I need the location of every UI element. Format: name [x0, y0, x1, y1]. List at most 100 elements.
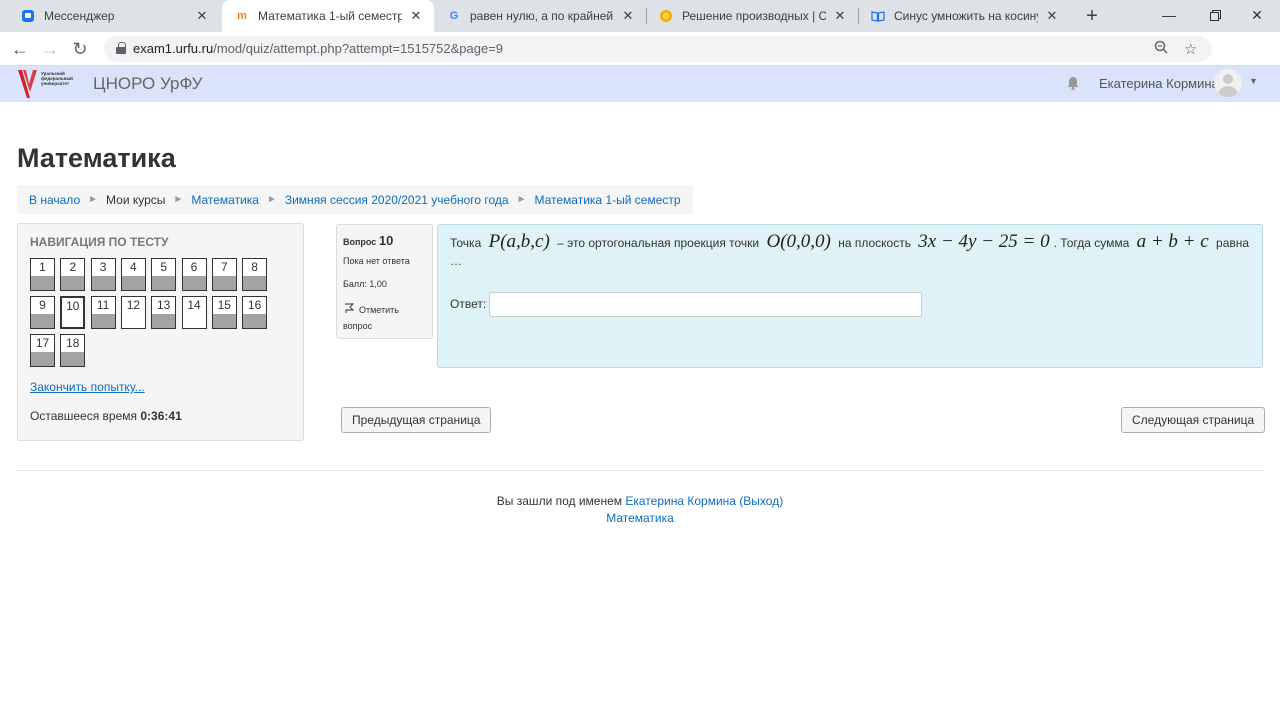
quiz-nav-number: 8 [251, 260, 258, 274]
quiz-nav-number: 7 [220, 260, 228, 274]
breadcrumb-math[interactable]: Математика [191, 193, 259, 207]
forward-icon[interactable]: → [38, 37, 62, 61]
question-grade: Балл: 1,00 [343, 279, 387, 289]
quiz-nav-button-1[interactable]: 1 [30, 258, 55, 291]
answered-indicator [243, 276, 267, 290]
tab-math-semester[interactable]: m Математика 1-ый семестр ✕ [222, 0, 434, 32]
tab-derivatives[interactable]: Решение производных | Онла ✕ [646, 0, 858, 32]
answered-indicator [212, 314, 236, 328]
close-icon[interactable]: ✕ [620, 8, 636, 24]
question-text: Точка P(a,b,c) – это ортогональная проек… [450, 231, 1250, 268]
answer-input[interactable] [489, 292, 922, 317]
browser-tabstrip: Мессенджер ✕ m Математика 1-ый семестр ✕… [0, 0, 1280, 32]
quiz-nav-number: 18 [66, 336, 80, 350]
browser-toolbar: ← → ↻ exam1.urfu.ru/mod/quiz/attempt.php… [0, 32, 1280, 90]
quiz-nav-number: 5 [160, 260, 168, 274]
back-icon[interactable]: ← [8, 37, 32, 61]
answered-indicator [31, 314, 54, 328]
tab-title: Мессенджер [44, 9, 115, 23]
quiz-nav-button-11[interactable]: 11 [90, 296, 116, 329]
quiz-nav-number: 11 [96, 298, 110, 312]
quiz-nav-button-6[interactable]: 6 [181, 258, 207, 291]
tab-title: равен нулю, а по крайней ме [470, 9, 614, 23]
google-icon: G [449, 10, 459, 22]
quiz-nav-button-3[interactable]: 3 [90, 258, 116, 291]
math-sum: a + b + c [1136, 231, 1209, 252]
next-page-button[interactable]: Следующая страница [1121, 407, 1266, 433]
logout-link[interactable]: (Выход) [739, 494, 783, 508]
reload-icon[interactable]: ↻ [68, 37, 92, 61]
notifications-bell-icon[interactable] [1066, 76, 1080, 90]
footer-course-link[interactable]: Математика [606, 511, 674, 525]
quiz-nav-button-9[interactable]: 9 [30, 296, 55, 329]
footer-course: Математика [0, 511, 1280, 525]
urfu-logo[interactable]: Уральский федеральный университет [17, 68, 85, 100]
close-icon[interactable]: ✕ [408, 8, 424, 24]
window-close-icon[interactable]: ✕ [1234, 0, 1280, 30]
tab-messenger[interactable]: Мессенджер ✕ [8, 0, 220, 32]
quiz-nav-button-15[interactable]: 15 [211, 296, 237, 329]
question-content: Точка P(a,b,c) – это ортогональная проек… [437, 224, 1263, 368]
quiz-nav-number: 10 [66, 299, 80, 313]
math-origin: O(0,0,0) [766, 231, 831, 252]
quiz-nav-number: 3 [99, 260, 107, 274]
bookmark-star-icon[interactable]: ☆ [1184, 40, 1197, 58]
address-bar[interactable]: exam1.urfu.ru/mod/quiz/attempt.php?attem… [104, 36, 1212, 62]
answered-indicator [61, 352, 85, 366]
minimize-icon[interactable]: — [1146, 0, 1192, 30]
breadcrumb-math-semester[interactable]: Математика 1-ый семестр [534, 193, 680, 207]
quiz-nav-button-12[interactable]: 12 [120, 296, 146, 329]
quiz-nav-button-5[interactable]: 5 [151, 258, 177, 291]
quiz-nav-number: 17 [35, 336, 50, 350]
close-icon[interactable]: ✕ [194, 8, 210, 24]
close-icon[interactable]: ✕ [832, 8, 848, 24]
user-name[interactable]: Екатерина Кормина [1099, 76, 1219, 91]
close-icon[interactable]: ✕ [1044, 8, 1060, 24]
breadcrumb-separator-icon: ► [266, 194, 277, 205]
site-header: Уральский федеральный университет ЦНОРО Ур… [0, 66, 1280, 102]
moodle-icon: m [237, 10, 247, 22]
finish-attempt-link[interactable]: Закончить попытку... [30, 380, 145, 394]
answered-indicator [31, 276, 54, 290]
site-name[interactable]: ЦНОРО УрФУ [93, 74, 202, 94]
quiz-nav-number: 12 [126, 298, 141, 312]
restore-icon[interactable] [1192, 0, 1238, 30]
breadcrumb-separator-icon: ► [88, 194, 99, 205]
quiz-nav-number: 14 [187, 298, 201, 312]
quiz-nav-button-13[interactable]: 13 [151, 296, 177, 329]
answered-indicator [152, 314, 176, 328]
quiz-navigation-title: НАВИГАЦИЯ ПО ТЕСТУ [30, 235, 169, 249]
tab-sine-cosine[interactable]: Синус умножить на косинус, ✕ [858, 0, 1070, 32]
quiz-nav-button-8[interactable]: 8 [242, 258, 268, 291]
footer-user-link[interactable]: Екатерина Кормина [625, 494, 736, 508]
answered-indicator [182, 276, 206, 290]
quiz-nav-button-7[interactable]: 7 [211, 258, 237, 291]
quiz-nav-number: 9 [39, 298, 46, 312]
user-avatar[interactable] [1214, 69, 1242, 97]
tab-title: Математика 1-ый семестр [258, 9, 402, 23]
breadcrumb-winter-session[interactable]: Зимняя сессия 2020/2021 учебного года [285, 193, 509, 207]
flag-question-link[interactable]: Отметить вопрос [343, 302, 423, 334]
quiz-nav-button-18[interactable]: 18 [60, 334, 86, 367]
answered-indicator [121, 276, 145, 290]
previous-page-button[interactable]: Предыдущая страница [341, 407, 492, 433]
user-menu-chevron-down-icon[interactable]: ▼ [1249, 76, 1258, 86]
breadcrumb: В начало ► Мои курсы ► Математика ► Зимн… [17, 185, 693, 214]
quiz-nav-button-2[interactable]: 2 [60, 258, 86, 291]
quiz-nav-number: 4 [130, 260, 137, 274]
tab-google-search[interactable]: G равен нулю, а по крайней ме ✕ [434, 0, 646, 32]
quiz-nav-button-16[interactable]: 16 [242, 296, 268, 329]
sun-icon [658, 8, 674, 24]
new-tab-icon[interactable]: + [1082, 4, 1102, 28]
quiz-nav-button-4[interactable]: 4 [120, 258, 146, 291]
zoom-icon[interactable] [1154, 40, 1168, 57]
answered-indicator [31, 352, 54, 366]
question-number: Вопрос 10 [343, 233, 394, 248]
quiz-nav-number: 6 [190, 260, 198, 274]
quiz-nav-button-14[interactable]: 14 [181, 296, 207, 329]
quiz-nav-button-10[interactable]: 10 [60, 296, 86, 329]
math-point-p: P(a,b,c) [488, 231, 550, 252]
quiz-nav-button-17[interactable]: 17 [30, 334, 55, 367]
quiz-nav-number: 16 [247, 298, 262, 312]
breadcrumb-home[interactable]: В начало [29, 193, 80, 207]
